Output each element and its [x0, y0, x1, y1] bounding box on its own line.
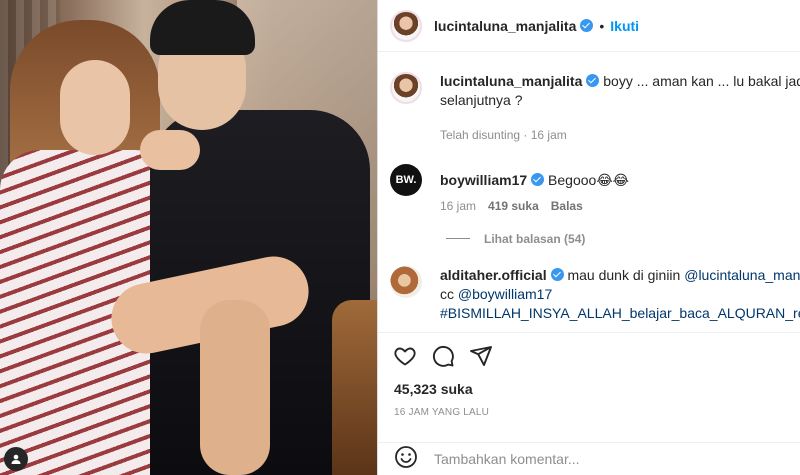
emoji-icon[interactable]: [394, 445, 418, 474]
verified-badge-icon: [586, 74, 600, 87]
caption-text: lucintaluna_manjalita boyy ... aman kan …: [440, 72, 800, 110]
hashtag-link[interactable]: #BISMILLAH_INSYA_ALLAH_belajar_baca_ALQU…: [440, 304, 800, 323]
comment-text-line2: selanjutnya ?: [440, 92, 523, 108]
post-timestamp: 16 JAM YANG LALU: [394, 407, 490, 418]
comment-body: boywilliam17 Begooo😂😂: [440, 164, 629, 196]
author-avatar[interactable]: [390, 72, 422, 104]
photo-person-arm: [140, 130, 200, 170]
comment-text: mau dunk di giniin: [567, 267, 685, 283]
photo-person-face-2: [60, 60, 130, 155]
author-username[interactable]: lucintaluna_manjalita: [434, 18, 576, 34]
caption-meta: Telah disunting · 16 jam: [440, 128, 567, 142]
like-button[interactable]: [392, 343, 418, 369]
comment-time: 16 jam: [440, 199, 477, 213]
share-icon: [470, 346, 492, 366]
comments-list[interactable]: lucintaluna_manjalita boyy ... aman kan …: [378, 52, 800, 332]
replies-divider: [446, 238, 470, 239]
verified-badge-icon: [531, 173, 545, 186]
photo-person-leg-lower: [200, 300, 270, 475]
post-photo[interactable]: [0, 0, 377, 475]
comment-text: Begooo😂😂: [548, 172, 630, 188]
post-details-panel: lucintaluna_manjalita • Ikuti lucintalun…: [377, 0, 800, 475]
comment-button[interactable]: [430, 343, 456, 369]
photo-person-hair-dark: [150, 0, 255, 55]
post-actions: 45,323 suka 16 JAM YANG LALU: [378, 332, 800, 442]
comment-composer: [378, 442, 800, 475]
comment-likes[interactable]: 419 suka: [488, 199, 539, 213]
comment-text: boyy ... aman kan ... lu bakal jadi ca: [603, 73, 800, 89]
verified-badge-icon: [550, 268, 564, 281]
follow-button[interactable]: Ikuti: [610, 18, 639, 34]
view-replies-button[interactable]: Lihat balasan (54): [484, 232, 585, 246]
comment-item: BW. boywilliam17 Begooo😂😂: [390, 164, 629, 196]
comment-item: alditaher.official mau dunk di giniin @l…: [390, 266, 800, 323]
photo-carved-furniture: [332, 300, 377, 475]
verified-badge-icon: [580, 19, 594, 32]
comment-input[interactable]: [434, 451, 794, 467]
comment-username[interactable]: boywilliam17: [440, 172, 527, 188]
comment-meta: 16 jam 419 suka Balas: [440, 199, 583, 213]
comment-text-line2: cc: [440, 286, 458, 302]
comment-username[interactable]: lucintaluna_manjalita: [440, 73, 582, 89]
mention-link[interactable]: @lucintaluna_manjali: [684, 267, 800, 283]
post-header: lucintaluna_manjalita • Ikuti: [378, 0, 800, 52]
mention-link[interactable]: @boywilliam17: [458, 286, 552, 302]
user-tag-icon[interactable]: [4, 447, 28, 471]
likes-count[interactable]: 45,323 suka: [394, 381, 473, 397]
commenter-avatar[interactable]: [390, 266, 422, 298]
separator-dot: •: [599, 17, 605, 34]
comment-username[interactable]: alditaher.official: [440, 267, 547, 283]
share-button[interactable]: [468, 343, 494, 369]
reply-button[interactable]: Balas: [551, 199, 583, 213]
caption-comment: lucintaluna_manjalita boyy ... aman kan …: [390, 72, 800, 110]
comment-icon: [432, 345, 454, 367]
commenter-avatar[interactable]: BW.: [390, 164, 422, 196]
author-avatar[interactable]: [390, 9, 422, 42]
heart-icon: [394, 347, 416, 366]
comment-body: alditaher.official mau dunk di giniin @l…: [440, 266, 800, 323]
